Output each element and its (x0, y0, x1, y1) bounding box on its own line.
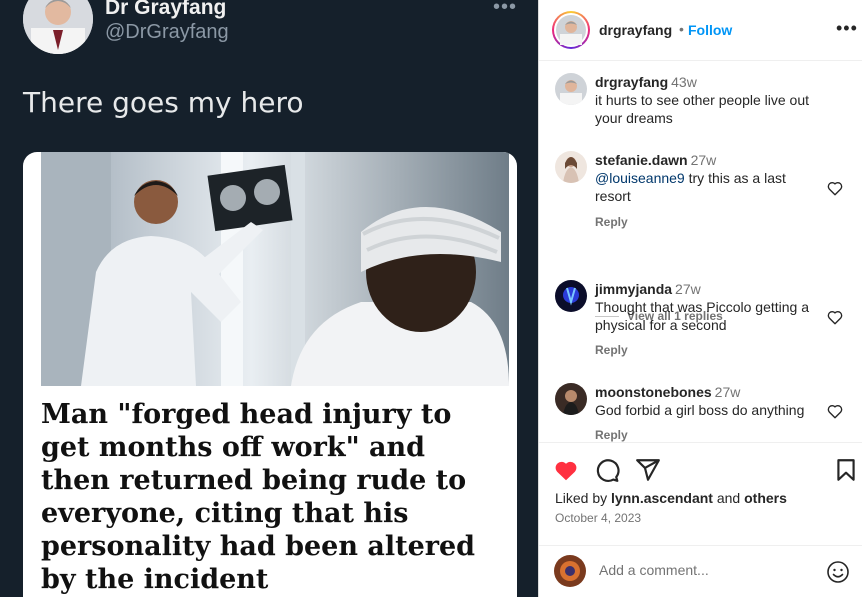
avatar[interactable] (555, 151, 587, 183)
comment-text: God forbid a girl boss do anything (595, 402, 805, 418)
follow-button[interactable]: Follow (688, 22, 732, 38)
reply-button[interactable]: Reply (595, 428, 628, 442)
tweet-avatar (23, 0, 93, 54)
avatar[interactable] (555, 383, 587, 415)
comment-body: stefanie.dawn 27w @louiseanne9 try this a… (595, 151, 823, 205)
add-comment-bar (539, 545, 862, 597)
more-horizontal-icon[interactable]: ••• (836, 18, 858, 39)
comment-username[interactable]: jimmyjanda (595, 281, 672, 297)
heart-icon[interactable] (826, 179, 844, 197)
bookmark-icon[interactable] (833, 457, 859, 483)
comment-icon[interactable] (594, 457, 620, 483)
post-image: Dr Grayfang @DrGrayfang ••• There goes m… (0, 0, 539, 597)
post-date[interactable]: October 4, 2023 (555, 511, 641, 525)
heart-icon[interactable] (826, 402, 844, 420)
comment-time[interactable]: 27w (675, 281, 701, 297)
post-sidebar: drgrayfang • Follow ••• drgrayfang 43w it… (539, 0, 862, 597)
comment-mention[interactable]: @louiseanne9 (595, 170, 685, 186)
header-username[interactable]: drgrayfang (599, 22, 672, 38)
comment-time[interactable]: 43w (671, 74, 697, 90)
liked-by-others[interactable]: others (744, 490, 787, 506)
reply-button[interactable]: Reply (595, 343, 628, 357)
comment-username[interactable]: stefanie.dawn (595, 152, 688, 168)
comment-time[interactable]: 27w (715, 384, 741, 400)
likes-summary: Liked by lynn.ascendant and others (555, 490, 787, 506)
more-horizontal-icon: ••• (493, 0, 518, 18)
tweet-text: There goes my hero (23, 86, 304, 119)
liked-by-and: and (712, 490, 745, 506)
liked-by-user[interactable]: lynn.ascendant (611, 490, 713, 506)
comment-body: moonstonebones 27w God forbid a girl boss… (595, 383, 823, 419)
send-icon[interactable] (635, 457, 661, 483)
avatar (554, 555, 586, 587)
news-headline: Man "forged head injury to get months of… (41, 399, 476, 595)
header-separator: • (679, 21, 684, 37)
comment-time[interactable]: 27w (691, 152, 717, 168)
post-header: drgrayfang • Follow ••• (539, 0, 862, 61)
emoji-icon[interactable] (826, 560, 850, 584)
tweet-handle: @DrGrayfang (105, 21, 229, 43)
heart-filled-icon[interactable] (553, 457, 579, 483)
comment-input[interactable] (599, 562, 809, 578)
comment-username[interactable]: drgrayfang (595, 74, 668, 90)
tweet-display-name: Dr Grayfang (105, 0, 227, 19)
comment-body: jimmyjanda 27w Thought that was Piccolo g… (595, 280, 823, 334)
comment-text: Thought that was Piccolo getting a physi… (595, 299, 810, 333)
comment-username[interactable]: moonstonebones (595, 384, 712, 400)
comment-body: drgrayfang 43w it hurts to see other peop… (595, 73, 823, 127)
avatar[interactable] (555, 73, 587, 105)
comments-list[interactable]: drgrayfang 43w it hurts to see other peop… (539, 62, 862, 442)
reply-button[interactable]: Reply (595, 215, 628, 229)
tweet-media-card: Man "forged head injury to get months of… (23, 152, 517, 597)
comment-text: it hurts to see other people live out yo… (595, 92, 810, 126)
heart-icon[interactable] (826, 308, 844, 326)
post-actions: Liked by lynn.ascendant and others Octob… (539, 442, 862, 597)
liked-by-prefix: Liked by (555, 490, 612, 506)
avatar[interactable] (555, 280, 587, 312)
avatar[interactable] (552, 11, 590, 49)
news-photo (41, 152, 509, 386)
